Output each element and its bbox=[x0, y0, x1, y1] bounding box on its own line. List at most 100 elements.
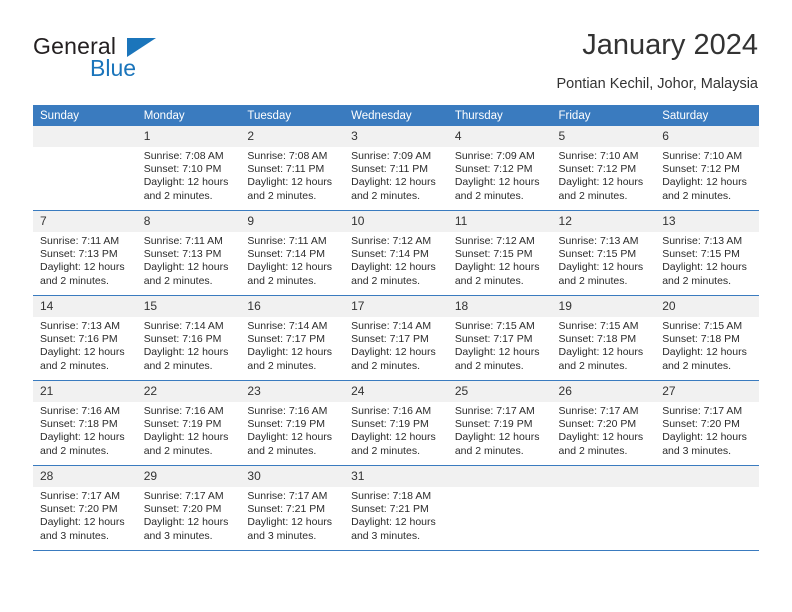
daylight-text-line2: and 2 minutes. bbox=[558, 444, 628, 457]
day-cell[interactable] bbox=[551, 465, 656, 551]
weekday-header-wednesday: Wednesday bbox=[344, 105, 448, 126]
day-cell[interactable]: 5 Sunrise: 7:10 AM Sunset: 7:12 PM Dayli… bbox=[551, 126, 656, 211]
daylight-text-line2: and 2 minutes. bbox=[558, 189, 628, 202]
sunset-text: Sunset: 7:20 PM bbox=[143, 503, 222, 516]
sunset-text: Sunset: 7:15 PM bbox=[662, 248, 740, 261]
day-cell[interactable]: 9 Sunrise: 7:11 AM Sunset: 7:14 PM Dayli… bbox=[240, 210, 345, 296]
day-cell[interactable]: 28 Sunrise: 7:17 AM Sunset: 7:20 PM Dayl… bbox=[33, 465, 137, 551]
calendar-week-row: 28 Sunrise: 7:17 AM Sunset: 7:20 PM Dayl… bbox=[33, 465, 759, 551]
day-cell[interactable]: 17 Sunrise: 7:14 AM Sunset: 7:17 PM Dayl… bbox=[344, 295, 448, 381]
day-cell[interactable]: 21 Sunrise: 7:16 AM Sunset: 7:18 PM Dayl… bbox=[33, 380, 137, 466]
sunset-text: Sunset: 7:17 PM bbox=[247, 333, 326, 346]
page-title: January 2024 bbox=[582, 29, 758, 61]
day-cell[interactable] bbox=[33, 126, 137, 211]
day-cell[interactable]: 24 Sunrise: 7:16 AM Sunset: 7:19 PM Dayl… bbox=[344, 380, 448, 466]
day-cell[interactable]: 18 Sunrise: 7:15 AM Sunset: 7:17 PM Dayl… bbox=[447, 295, 552, 381]
day-number: 15 bbox=[136, 296, 241, 317]
day-cell[interactable]: 14 Sunrise: 7:13 AM Sunset: 7:16 PM Dayl… bbox=[33, 295, 137, 381]
day-cell[interactable]: 4 Sunrise: 7:09 AM Sunset: 7:12 PM Dayli… bbox=[447, 126, 552, 211]
day-cell[interactable]: 2 Sunrise: 7:08 AM Sunset: 7:11 PM Dayli… bbox=[240, 126, 345, 211]
day-cell[interactable]: 26 Sunrise: 7:17 AM Sunset: 7:20 PM Dayl… bbox=[551, 380, 656, 466]
daylight-text-line1: Daylight: 12 hours bbox=[454, 176, 540, 189]
daylight-text-line2: and 3 minutes. bbox=[351, 529, 420, 542]
sunset-text: Sunset: 7:15 PM bbox=[454, 248, 533, 261]
sunset-text: Sunset: 7:12 PM bbox=[454, 163, 533, 176]
daylight-text-line2: and 2 minutes. bbox=[558, 274, 628, 287]
day-number: 26 bbox=[551, 381, 656, 402]
sunrise-text: Sunrise: 7:16 AM bbox=[247, 405, 328, 417]
day-cell[interactable]: 1 Sunrise: 7:08 AM Sunset: 7:10 PM Dayli… bbox=[136, 126, 241, 211]
day-cell[interactable]: 13 Sunrise: 7:13 AM Sunset: 7:15 PM Dayl… bbox=[655, 210, 759, 296]
day-info: Sunrise: 7:18 AM Sunset: 7:21 PM Dayligh… bbox=[344, 487, 448, 543]
day-info: Sunrise: 7:17 AM Sunset: 7:20 PM Dayligh… bbox=[137, 487, 241, 543]
daylight-text-line2: and 2 minutes. bbox=[143, 359, 213, 372]
day-cell[interactable]: 22 Sunrise: 7:16 AM Sunset: 7:19 PM Dayl… bbox=[136, 380, 241, 466]
daylight-text-line1: Daylight: 12 hours bbox=[143, 431, 229, 444]
sunrise-text: Sunrise: 7:14 AM bbox=[351, 320, 432, 332]
day-info: Sunrise: 7:15 AM Sunset: 7:18 PM Dayligh… bbox=[552, 317, 656, 373]
calendar-table: Sunday Monday Tuesday Wednesday Thursday… bbox=[33, 105, 759, 551]
day-cell[interactable]: 10 Sunrise: 7:12 AM Sunset: 7:14 PM Dayl… bbox=[344, 210, 448, 296]
day-info bbox=[655, 487, 759, 490]
day-cell[interactable]: 16 Sunrise: 7:14 AM Sunset: 7:17 PM Dayl… bbox=[240, 295, 345, 381]
daylight-text-line2: and 2 minutes. bbox=[662, 189, 732, 202]
sunrise-text: Sunrise: 7:09 AM bbox=[454, 150, 535, 162]
day-cell[interactable]: 20 Sunrise: 7:15 AM Sunset: 7:18 PM Dayl… bbox=[655, 295, 759, 381]
day-cell[interactable]: 29 Sunrise: 7:17 AM Sunset: 7:20 PM Dayl… bbox=[136, 465, 241, 551]
day-info bbox=[552, 487, 656, 490]
sunrise-text: Sunrise: 7:16 AM bbox=[143, 405, 224, 417]
day-cell[interactable]: 8 Sunrise: 7:11 AM Sunset: 7:13 PM Dayli… bbox=[136, 210, 241, 296]
daylight-text-line2: and 2 minutes. bbox=[247, 274, 317, 287]
day-cell[interactable]: 6 Sunrise: 7:10 AM Sunset: 7:12 PM Dayli… bbox=[655, 126, 759, 211]
day-cell[interactable] bbox=[447, 465, 552, 551]
sunset-text: Sunset: 7:20 PM bbox=[40, 503, 118, 516]
general-blue-logo[interactable]: General Blue bbox=[33, 33, 213, 85]
page-header: General Blue January 2024 Pontian Kechil… bbox=[0, 0, 792, 100]
logo-text-blue: Blue bbox=[90, 55, 137, 81]
day-cell[interactable] bbox=[655, 465, 759, 551]
day-number: 30 bbox=[240, 466, 345, 487]
day-info: Sunrise: 7:12 AM Sunset: 7:14 PM Dayligh… bbox=[344, 232, 448, 288]
sunrise-text: Sunrise: 7:10 AM bbox=[558, 150, 639, 162]
day-cell[interactable]: 15 Sunrise: 7:14 AM Sunset: 7:16 PM Dayl… bbox=[136, 295, 241, 381]
sunset-text: Sunset: 7:18 PM bbox=[662, 333, 740, 346]
day-cell[interactable]: 3 Sunrise: 7:09 AM Sunset: 7:11 PM Dayli… bbox=[344, 126, 448, 211]
sunrise-text: Sunrise: 7:14 AM bbox=[247, 320, 328, 332]
daylight-text-line2: and 3 minutes. bbox=[662, 444, 732, 457]
day-number: 1 bbox=[136, 126, 241, 147]
day-info: Sunrise: 7:16 AM Sunset: 7:19 PM Dayligh… bbox=[344, 402, 448, 458]
day-cell[interactable]: 30 Sunrise: 7:17 AM Sunset: 7:21 PM Dayl… bbox=[240, 465, 345, 551]
sunrise-text: Sunrise: 7:11 AM bbox=[247, 235, 327, 247]
day-number: 5 bbox=[551, 126, 656, 147]
daylight-text-line2: and 2 minutes. bbox=[454, 359, 524, 372]
day-info: Sunrise: 7:13 AM Sunset: 7:16 PM Dayligh… bbox=[33, 317, 137, 373]
day-cell[interactable]: 23 Sunrise: 7:16 AM Sunset: 7:19 PM Dayl… bbox=[240, 380, 345, 466]
daylight-text-line2: and 2 minutes. bbox=[247, 444, 317, 457]
day-info: Sunrise: 7:17 AM Sunset: 7:20 PM Dayligh… bbox=[552, 402, 656, 458]
daylight-text-line1: Daylight: 12 hours bbox=[662, 176, 747, 189]
sunset-text: Sunset: 7:19 PM bbox=[351, 418, 429, 431]
sunset-text: Sunset: 7:20 PM bbox=[558, 418, 637, 431]
day-cell[interactable]: 11 Sunrise: 7:12 AM Sunset: 7:15 PM Dayl… bbox=[447, 210, 552, 296]
day-cell[interactable]: 25 Sunrise: 7:17 AM Sunset: 7:19 PM Dayl… bbox=[447, 380, 552, 466]
day-info: Sunrise: 7:13 AM Sunset: 7:15 PM Dayligh… bbox=[552, 232, 656, 288]
sunset-text: Sunset: 7:12 PM bbox=[662, 163, 740, 176]
daylight-text-line1: Daylight: 12 hours bbox=[351, 346, 436, 359]
day-cell[interactable]: 19 Sunrise: 7:15 AM Sunset: 7:18 PM Dayl… bbox=[551, 295, 656, 381]
sunset-text: Sunset: 7:17 PM bbox=[351, 333, 429, 346]
calendar-week-row: 7 Sunrise: 7:11 AM Sunset: 7:13 PM Dayli… bbox=[33, 210, 759, 296]
daylight-text-line2: and 2 minutes. bbox=[40, 274, 109, 287]
day-cell[interactable]: 31 Sunrise: 7:18 AM Sunset: 7:21 PM Dayl… bbox=[344, 465, 448, 551]
day-info: Sunrise: 7:09 AM Sunset: 7:11 PM Dayligh… bbox=[344, 147, 448, 203]
day-info: Sunrise: 7:08 AM Sunset: 7:10 PM Dayligh… bbox=[137, 147, 241, 203]
sunset-text: Sunset: 7:15 PM bbox=[558, 248, 637, 261]
calendar-header-row: Sunday Monday Tuesday Wednesday Thursday… bbox=[33, 105, 759, 126]
day-cell[interactable]: 7 Sunrise: 7:11 AM Sunset: 7:13 PM Dayli… bbox=[33, 210, 137, 296]
day-number: 8 bbox=[136, 211, 241, 232]
day-cell[interactable]: 12 Sunrise: 7:13 AM Sunset: 7:15 PM Dayl… bbox=[551, 210, 656, 296]
day-cell[interactable]: 27 Sunrise: 7:17 AM Sunset: 7:20 PM Dayl… bbox=[655, 380, 759, 466]
calendar-week-row: 14 Sunrise: 7:13 AM Sunset: 7:16 PM Dayl… bbox=[33, 295, 759, 381]
sunrise-text: Sunrise: 7:15 AM bbox=[662, 320, 743, 332]
day-info: Sunrise: 7:15 AM Sunset: 7:18 PM Dayligh… bbox=[655, 317, 759, 373]
sunrise-text: Sunrise: 7:13 AM bbox=[558, 235, 639, 247]
